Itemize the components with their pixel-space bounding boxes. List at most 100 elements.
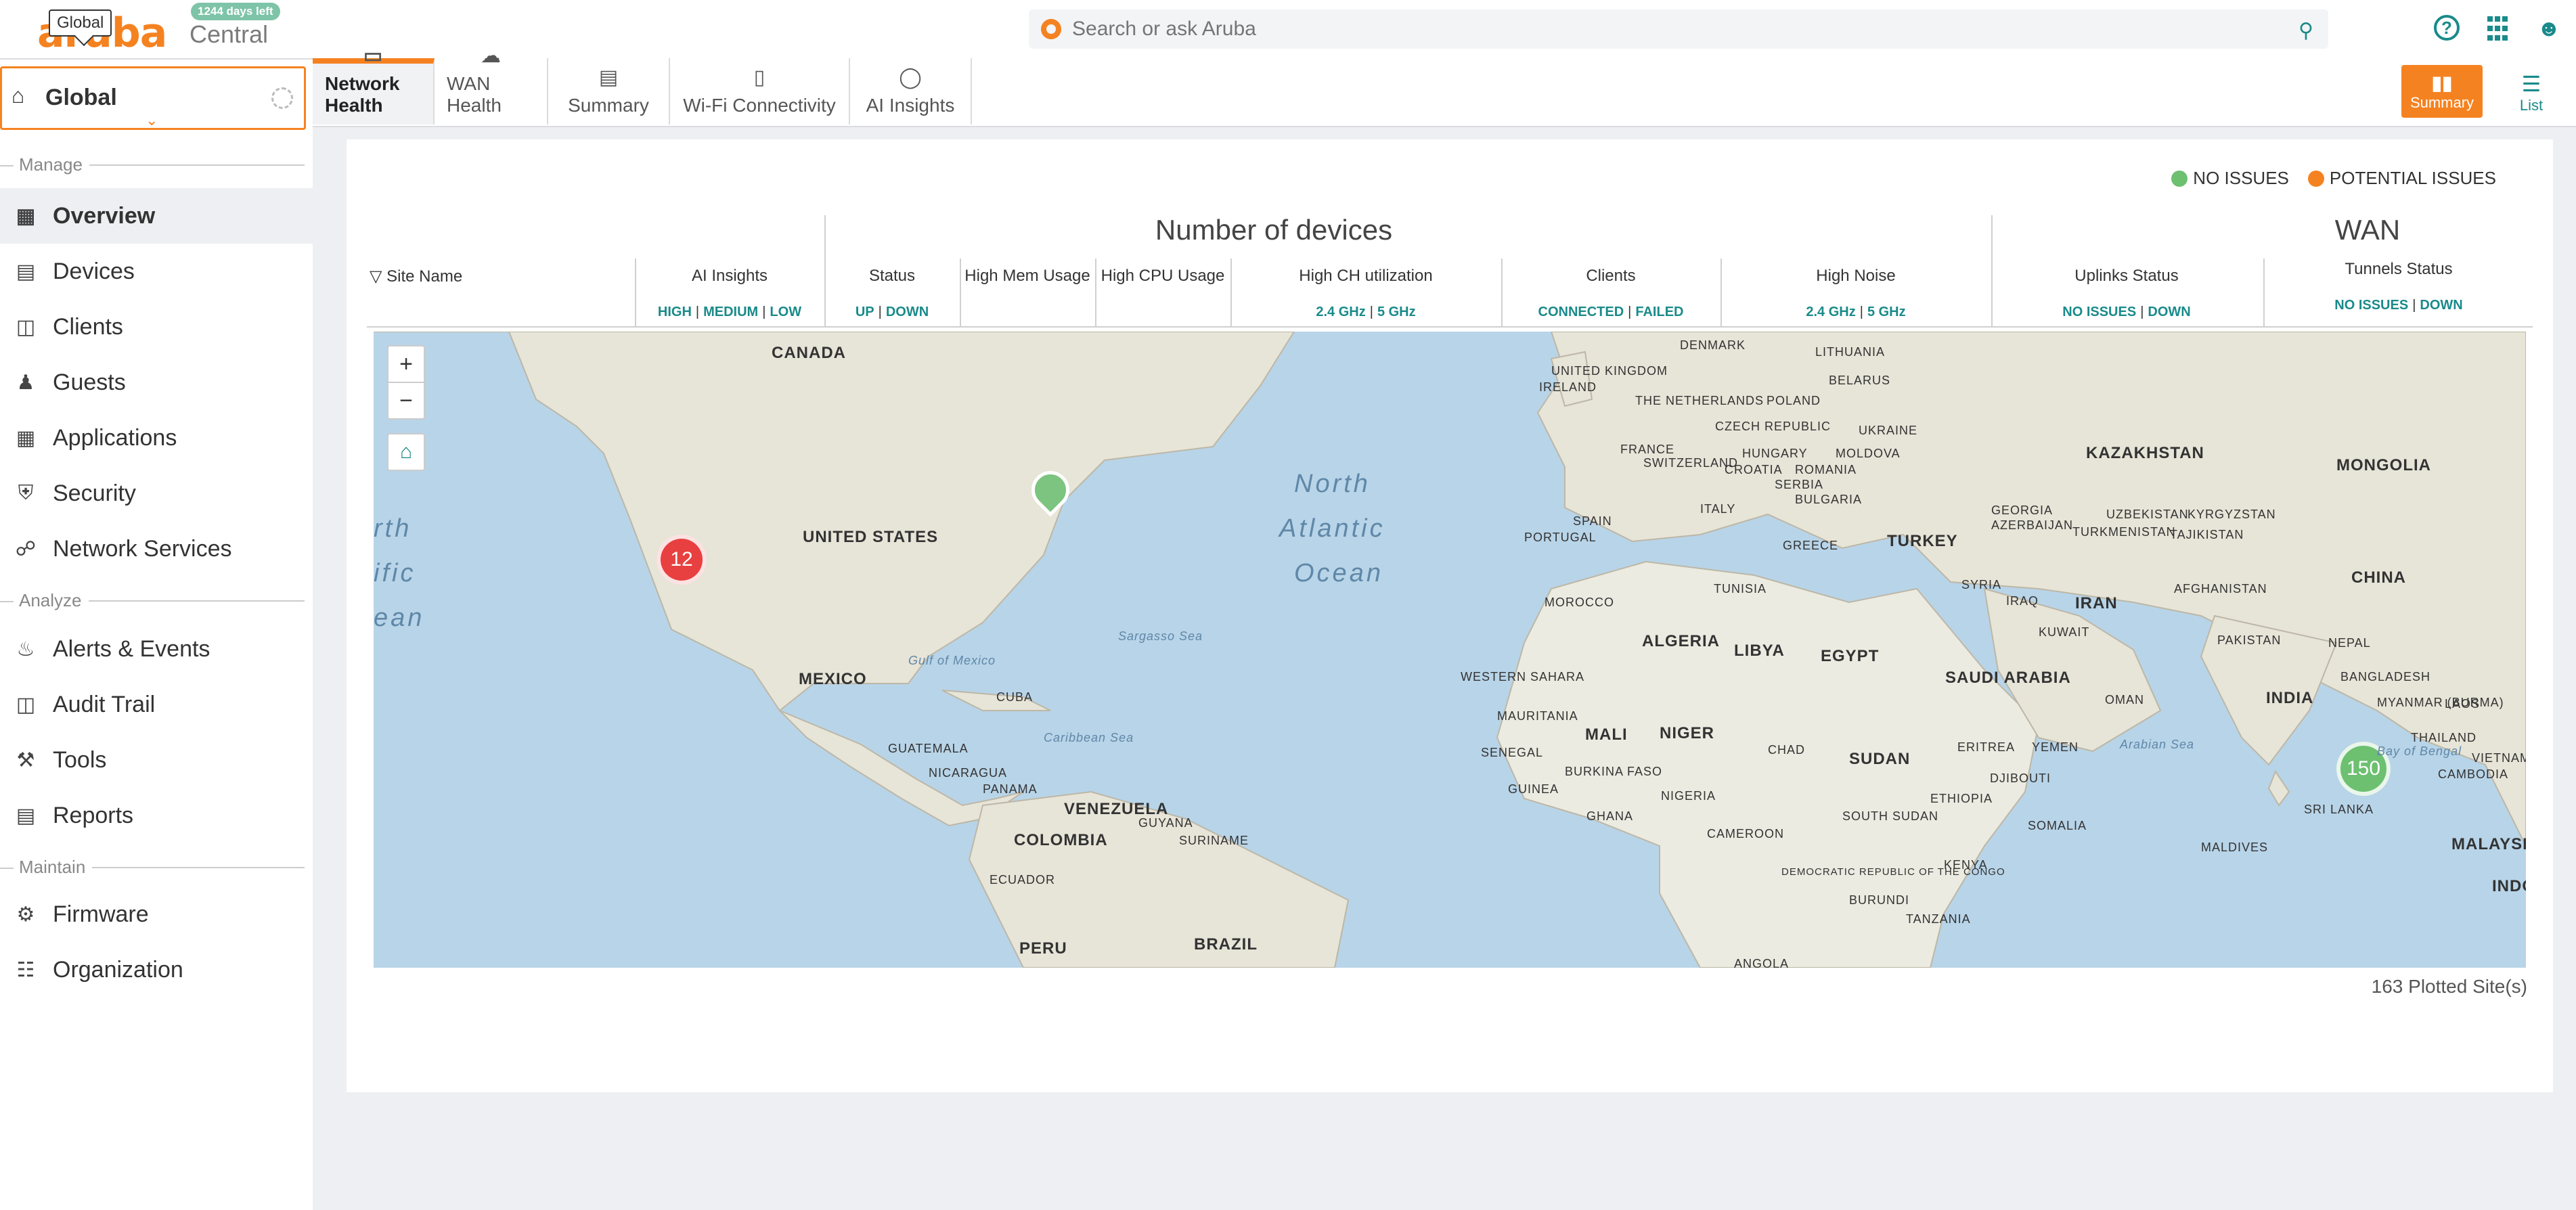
scope-selector[interactable]: ⌂ Global ⌄ (0, 66, 306, 130)
tab-wifi-connectivity[interactable]: ▯ Wi-Fi Connectivity (670, 58, 850, 125)
sea-label: Sargasso Sea (1118, 629, 1203, 643)
sidebar-item-organization[interactable]: ☷ Organization (0, 942, 313, 998)
sidebar-item-security[interactable]: ⛨ Security (0, 466, 313, 521)
map-label: SENEGAL (1481, 746, 1544, 759)
sidebar-item-audit-trail[interactable]: ◫ Audit Trail (0, 677, 313, 732)
col-status[interactable]: Status (824, 267, 960, 286)
sea-label: Arabian Sea (2120, 738, 2195, 751)
map-label: MONGOLIA (2336, 456, 2431, 474)
ocean-label: rth (374, 514, 412, 543)
network-health-card: NO ISSUES POTENTIAL ISSUES Number of dev… (347, 139, 2553, 1092)
map-label: BANGLADESH (2340, 670, 2431, 684)
tab-ai-insights[interactable]: ◯ AI Insights (850, 58, 972, 125)
map-label: GREECE (1783, 539, 1839, 552)
home-icon: ⌂ (399, 441, 413, 463)
ocean-label: Ocean (1294, 559, 1383, 587)
sidebar-item-applications[interactable]: ▦ Applications (0, 410, 313, 466)
map-label: TUNISIA (1714, 582, 1767, 596)
map-label: MOLDOVA (1836, 447, 1901, 460)
map-label: GUINEA (1508, 782, 1559, 796)
sidebar: ⌂ Global ⌄ Manage ▦ Overview ▤ Devices ◫ Cl… (0, 60, 313, 1210)
col-high-ch-utilization[interactable]: High CH utilization (1230, 267, 1501, 286)
section-manage: Manage (0, 154, 305, 175)
map-label: OMAN (2105, 693, 2144, 707)
ocean-label: ean (374, 604, 425, 632)
map-label: AFGHANISTAN (2174, 582, 2267, 596)
zoom-out-button[interactable]: − (388, 383, 424, 418)
tab-summary[interactable]: ▤ Summary (548, 58, 670, 125)
sidebar-item-tools[interactable]: ⚒ Tools (0, 732, 313, 788)
lightbulb-icon: ◯ (899, 66, 922, 89)
site-cluster-red[interactable]: 12 (657, 535, 707, 585)
chevron-down-icon[interactable]: ⌄ (146, 112, 158, 129)
summary-view-button[interactable]: ▮▮ Summary (2401, 65, 2483, 118)
map-label: ANGOLA (1734, 957, 1790, 968)
map-label: MYANMAR (BURMA) (2377, 696, 2504, 709)
sidebar-item-clients[interactable]: ◫ Clients (0, 299, 313, 355)
zoom-in-button[interactable]: + (388, 346, 424, 383)
apps-grid-icon[interactable] (2484, 15, 2511, 42)
aruba-assistant-icon (1041, 19, 1061, 39)
site-map[interactable]: + − ⌂ 12 150 CANADA UNITED STATES MEXICO… (374, 332, 2526, 968)
col-high-cpu[interactable]: High CPU Usage (1095, 267, 1230, 286)
map-label: VIETNAM (2472, 751, 2526, 765)
list-view-button[interactable]: ☰ List (2504, 68, 2558, 118)
map-label: MALI (1585, 725, 1628, 744)
high-ch-sublabels: 2.4 GHz | 5 GHz (1316, 305, 1416, 319)
search-input[interactable] (1071, 15, 2265, 43)
col-ai-insights[interactable]: AI Insights (635, 267, 824, 286)
map-label: SWITZERLAND (1643, 456, 1739, 470)
sidebar-item-devices[interactable]: ▤ Devices (0, 244, 313, 299)
col-site-name[interactable]: ▽ Site Name (370, 267, 462, 286)
col-tunnels-status[interactable]: Tunnels Status (2263, 260, 2534, 279)
map-label: PAKISTAN (2217, 633, 2282, 647)
map-label: GUYANA (1138, 816, 1193, 830)
map-label: IRAQ (2006, 594, 2039, 608)
search-icon[interactable]: ⚲ (2299, 19, 2313, 43)
map-label: ALGERIA (1642, 632, 1720, 650)
map-land-shapes (374, 332, 2526, 968)
col-high-mem[interactable]: High Mem Usage (960, 267, 1095, 286)
sidebar-item-overview[interactable]: ▦ Overview (0, 188, 313, 244)
map-label: CAMBODIA (2438, 767, 2509, 781)
ocean-label: ific (374, 559, 416, 587)
tab-bar: ▭ Network Health ☁ WAN Health ▤ Summary ▯ Wi… (313, 45, 2576, 127)
orange-dot-icon (2307, 171, 2324, 187)
wrench-icon: ⚒ (16, 748, 35, 771)
tab-wan-health[interactable]: ☁ WAN Health (435, 45, 548, 125)
map-label: CHINA (2351, 568, 2406, 587)
sidebar-item-alerts-events[interactable]: ♨ Alerts & Events (0, 621, 313, 677)
col-uplinks-status[interactable]: Uplinks Status (1991, 267, 2262, 286)
sidebar-item-guests[interactable]: ♟ Guests (0, 355, 313, 410)
filter-icon[interactable]: ▽ (370, 267, 382, 286)
sri-lanka-land (2267, 769, 2290, 807)
sidebar-item-network-services[interactable]: ☍ Network Services (0, 521, 313, 577)
list-icon: ☰ (2521, 72, 2541, 96)
map-label: WESTERN SAHARA (1461, 670, 1585, 684)
col-high-noise[interactable]: High Noise (1720, 267, 1991, 286)
header-divider (367, 326, 2533, 328)
map-label: UNITED STATES (803, 528, 939, 546)
map-label: SOUTH SUDAN (1842, 809, 1939, 823)
home-icon: ⌂ (12, 83, 25, 108)
map-label: INDO (2492, 877, 2526, 895)
search-bar[interactable]: ⚲ (1029, 9, 2328, 49)
network-services-icon: ☍ (15, 537, 37, 560)
sidebar-item-reports[interactable]: ▤ Reports (0, 788, 313, 843)
map-label: COLOMBIA (1014, 831, 1108, 849)
map-home-button[interactable]: ⌂ (387, 433, 425, 471)
user-icon[interactable]: ☻ (2535, 15, 2562, 42)
map-label: NEPAL (2328, 636, 2371, 650)
col-clients[interactable]: Clients (1501, 267, 1720, 286)
map-label: IRELAND (1539, 380, 1597, 394)
global-tooltip: Global (49, 9, 112, 37)
tab-network-health[interactable]: ▭ Network Health (313, 45, 435, 125)
sidebar-item-firmware[interactable]: ⚙ Firmware (0, 887, 313, 942)
help-icon[interactable]: ? (2434, 15, 2460, 41)
tunnels-sublabels: NO ISSUES | DOWN (2334, 298, 2463, 313)
monitor-icon: ▭ (363, 45, 383, 67)
map-label: ROMANIA (1795, 463, 1857, 476)
legend: NO ISSUES POTENTIAL ISSUES (2171, 168, 2496, 189)
map-label: SERBIA (1775, 478, 1824, 491)
map-label: ETHIOPIA (1930, 792, 1993, 805)
